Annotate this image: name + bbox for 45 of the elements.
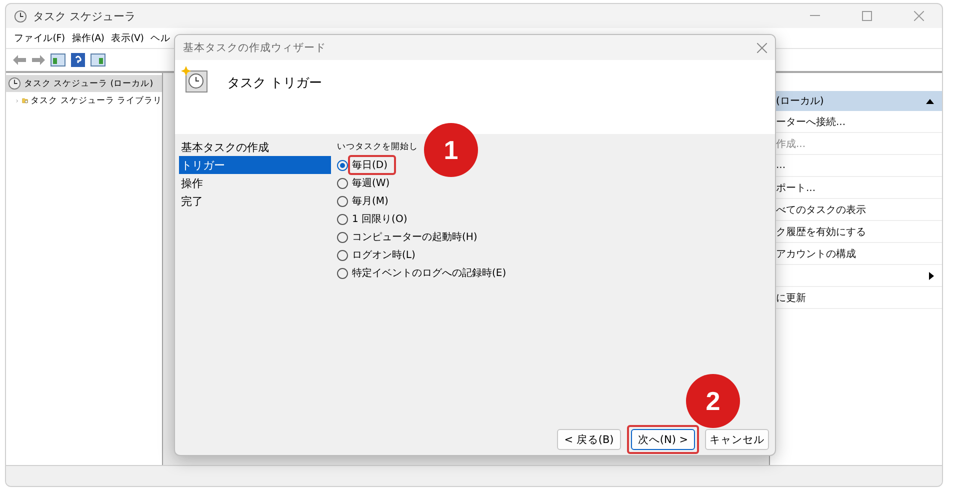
close-icon[interactable] (914, 11, 924, 21)
clock-star-icon (181, 66, 209, 94)
forward-arrow-icon[interactable] (31, 54, 46, 66)
back-arrow-icon[interactable] (12, 54, 27, 66)
help-icon[interactable] (70, 52, 86, 68)
wizard-step[interactable]: 操作 (179, 174, 331, 192)
wizard-step[interactable]: トリガー (179, 156, 331, 174)
radio-label: ログオン時(L) (351, 248, 416, 263)
window-title: タスク スケジューラ (33, 8, 136, 24)
minimize-icon[interactable] (810, 15, 820, 17)
radio-button[interactable] (337, 232, 348, 242)
dialog-button[interactable]: 次へ(N) > (631, 429, 695, 450)
question-label: いつタスクを開始し (337, 141, 418, 154)
collapse-arrow-icon[interactable] (926, 98, 934, 104)
dialog-title: 基本タスクの作成ウィザード (183, 40, 326, 54)
radio-button[interactable] (337, 196, 348, 206)
radio-label: 1 回限り(O) (351, 213, 408, 227)
pane-icon[interactable] (50, 52, 66, 68)
submenu-arrow-icon (929, 272, 934, 280)
menu-item[interactable]: 表示(V) (111, 32, 144, 44)
radio-button[interactable] (337, 178, 348, 188)
radio-label: 毎月(M) (351, 195, 390, 209)
clock-icon (8, 77, 21, 90)
menu-item[interactable]: ファイル(F) (14, 32, 65, 44)
radio-label: 毎週(W) (351, 177, 391, 191)
wizard-step[interactable]: 完了 (179, 192, 331, 210)
page-heading: タスク トリガー (227, 75, 322, 92)
radio-button[interactable] (337, 214, 348, 224)
menu-item[interactable]: ヘル (150, 32, 170, 44)
radio-label: 特定イベントのログへの記録時(E) (351, 266, 508, 281)
pane-icon[interactable] (90, 52, 106, 68)
tree-item[interactable]: タスク スケジューラ ライブラリ (6, 92, 162, 109)
clock-icon (14, 10, 27, 22)
close-icon[interactable] (757, 42, 767, 52)
maximize-icon[interactable] (862, 11, 872, 21)
radio-label: コンピューターの起動時(H) (351, 230, 478, 245)
wizard-step[interactable]: 基本タスクの作成 (179, 138, 331, 156)
dialog-button[interactable]: < 戻る(B) (557, 429, 621, 450)
dialog-button[interactable]: キャンセル (705, 429, 769, 450)
radio-button[interactable] (337, 160, 348, 170)
radio-button[interactable] (337, 268, 348, 278)
menu-item[interactable]: 操作(A) (72, 32, 104, 44)
radio-button[interactable] (337, 250, 348, 260)
tree-item[interactable]: タスク スケジューラ (ローカル) (6, 75, 162, 92)
radio-label: 毎日(D) (348, 155, 396, 175)
